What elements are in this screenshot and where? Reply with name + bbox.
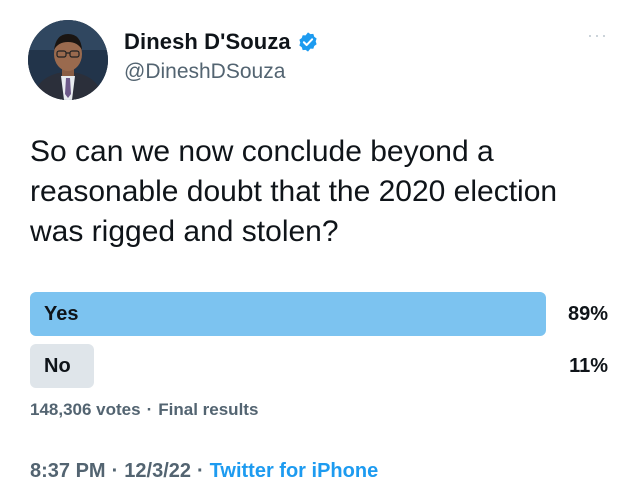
verified-badge-icon (297, 31, 319, 53)
tweet-time[interactable]: 8:37 PM (30, 460, 106, 482)
poll-status: Final results (158, 400, 259, 419)
name-row: Dinesh D'Souza (124, 28, 319, 56)
avatar[interactable] (28, 20, 108, 100)
poll-footer: 148,306 votes · Final results (30, 400, 258, 420)
poll-option-label: No (44, 355, 71, 377)
handle[interactable]: @DineshDSouza (124, 60, 319, 84)
tweet-text: So can we now conclude beyond a reasonab… (30, 135, 558, 248)
poll: Yes 89% No 11% (30, 292, 608, 396)
separator: · (111, 460, 119, 482)
separator: · (197, 460, 204, 482)
tweet-meta: 8:37 PM · 12/3/22 · Twitter for iPhone (30, 460, 378, 483)
tweet-date[interactable]: 12/3/22 (124, 460, 191, 482)
separator: · (146, 400, 153, 419)
poll-option-yes: Yes 89% (30, 292, 608, 336)
author-block: Dinesh D'Souza @DineshDSouza (124, 28, 319, 84)
poll-option-percent: 11% (569, 355, 608, 377)
vote-count: 148,306 votes (30, 400, 141, 419)
more-options-icon[interactable]: ··· (587, 26, 608, 44)
poll-option-label: Yes (44, 303, 79, 325)
poll-option-percent: 89% (567, 303, 608, 325)
tweet-source-link[interactable]: Twitter for iPhone (210, 460, 379, 482)
display-name[interactable]: Dinesh D'Souza (124, 29, 291, 55)
tweet-card: Dinesh D'Souza @DineshDSouza ··· So can … (0, 0, 638, 504)
poll-option-no: No 11% (30, 344, 608, 388)
poll-bar-yes (30, 292, 546, 336)
